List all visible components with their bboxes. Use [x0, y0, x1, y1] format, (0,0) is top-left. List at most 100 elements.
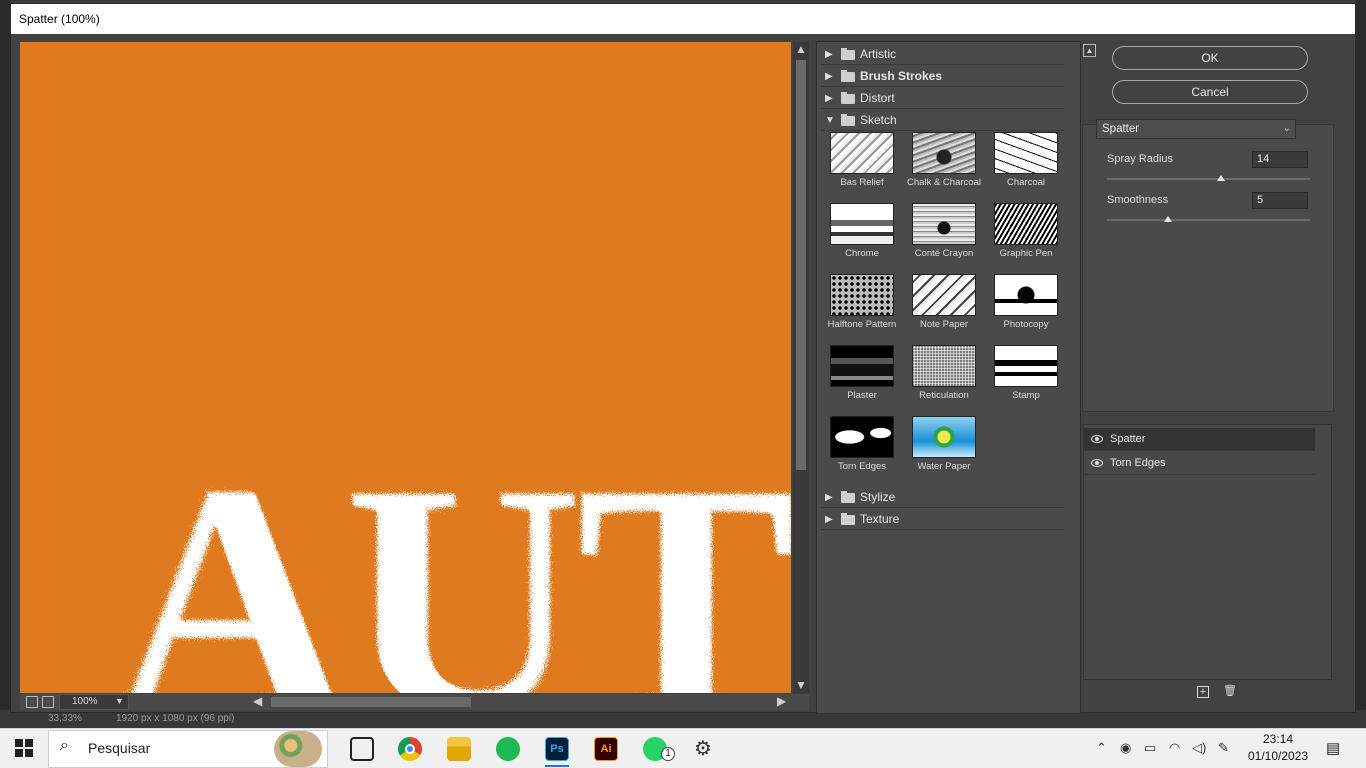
- dialog-title: Spatter (100%): [11, 4, 1355, 34]
- folder-icon: [841, 48, 855, 60]
- preview-vertical-scrollbar[interactable]: ▲ ▼: [793, 42, 809, 694]
- scroll-down-icon[interactable]: ▼: [795, 678, 807, 692]
- wifi-icon[interactable]: ◠: [1169, 740, 1180, 756]
- expand-arrow-icon: ▶: [825, 71, 833, 82]
- filter-preview-image: [912, 416, 976, 458]
- effect-layer-spatter[interactable]: Spatter: [1084, 428, 1315, 451]
- scroll-left-icon[interactable]: ◀: [253, 694, 262, 708]
- search-icon: ⌕: [60, 737, 69, 754]
- filter-thumbnail[interactable]: Chalk & Charcoal: [903, 132, 985, 203]
- pen-icon[interactable]: ✎: [1218, 740, 1229, 756]
- settings-gear-icon[interactable]: ⚙: [694, 736, 712, 761]
- spray-radius-label: Spray Radius: [1107, 153, 1174, 165]
- effect-layer-label: Torn Edges: [1110, 457, 1166, 469]
- filter-label: Stamp: [1012, 390, 1040, 401]
- clock-time: 23:14: [1262, 732, 1294, 746]
- illustrator-icon[interactable]: Ai: [594, 737, 618, 761]
- clock-date: 01/10/2023: [1248, 749, 1309, 763]
- category-label: Artistic: [860, 47, 896, 61]
- filter-thumbnail[interactable]: Stamp: [985, 345, 1067, 416]
- spray-radius-input[interactable]: 14: [1252, 151, 1308, 168]
- volume-icon[interactable]: ◁): [1192, 740, 1206, 756]
- webcam-icon[interactable]: ◉: [1120, 740, 1131, 756]
- filter-label: Reticulation: [919, 390, 969, 401]
- filter-thumbnail[interactable]: Graphic Pen: [985, 203, 1067, 274]
- expand-arrow-icon: ▶: [825, 492, 833, 503]
- filter-label: Torn Edges: [837, 461, 887, 472]
- category-distort[interactable]: ▶ Distort: [821, 88, 1064, 109]
- smoothness-label: Smoothness: [1107, 194, 1169, 206]
- filter-thumbnail[interactable]: Torn Edges: [821, 416, 903, 487]
- expand-arrow-icon: ▶: [825, 514, 833, 525]
- collapse-gallery-icon[interactable]: ▲: [1083, 44, 1096, 57]
- filter-preview-image: [994, 132, 1058, 174]
- chevron-down-icon[interactable]: ▼: [115, 696, 124, 706]
- task-view-icon[interactable]: [350, 737, 374, 761]
- filter-label: Note Paper: [919, 319, 969, 330]
- filter-thumbnail[interactable]: Photocopy: [985, 274, 1067, 345]
- trash-icon[interactable]: 🗑: [1223, 686, 1237, 698]
- filter-thumbnail[interactable]: Charcoal: [985, 132, 1067, 203]
- scroll-up-icon[interactable]: ▲: [795, 42, 807, 56]
- filter-preview-image: [912, 274, 976, 316]
- filter-thumbnail[interactable]: Halftone Pattern: [821, 274, 903, 345]
- filter-thumbnail[interactable]: Water Paper: [903, 416, 985, 487]
- preview-image: AUT: [112, 417, 791, 693]
- spray-radius-slider-knob[interactable]: [1216, 175, 1225, 181]
- folder-icon: [841, 92, 855, 104]
- filter-thumbnail[interactable]: Chrome: [821, 203, 903, 274]
- spray-radius-slider[interactable]: [1107, 178, 1310, 180]
- filter-label: Chrome: [845, 248, 879, 259]
- horizontal-scroll-thumb[interactable]: [271, 697, 471, 707]
- category-label: Texture: [860, 512, 900, 526]
- filter-preview-image: [912, 345, 976, 387]
- category-texture[interactable]: ▶ Texture: [821, 509, 1064, 530]
- eye-icon[interactable]: [1091, 459, 1103, 467]
- expand-arrow-icon: ▶: [825, 93, 833, 104]
- filter-thumbnail[interactable]: Reticulation: [903, 345, 985, 416]
- cancel-button[interactable]: Cancel: [1112, 80, 1308, 104]
- preview-canvas[interactable]: AUT: [20, 42, 791, 693]
- filter-select[interactable]: Spatter ⌄: [1096, 119, 1296, 139]
- category-stylize[interactable]: ▶ Stylize: [821, 487, 1064, 508]
- system-clock[interactable]: 23:14 01/10/2023: [1248, 731, 1308, 765]
- filter-thumbnail[interactable]: Plaster: [821, 345, 903, 416]
- category-label: Stylize: [860, 490, 896, 504]
- preview-horizontal-scrollbar[interactable]: ◀ ▶: [251, 694, 791, 710]
- zoom-out-button[interactable]: [26, 696, 38, 708]
- new-effect-layer-icon[interactable]: +: [1197, 686, 1209, 698]
- filter-label: Chalk & Charcoal: [907, 177, 981, 188]
- ok-button[interactable]: OK: [1112, 46, 1308, 70]
- filter-thumbnail[interactable]: Bas Relief: [821, 132, 903, 203]
- filter-label: Charcoal: [1006, 177, 1046, 188]
- photoshop-icon[interactable]: Ps: [545, 737, 569, 761]
- chevron-up-icon[interactable]: ⌃: [1096, 740, 1107, 756]
- effect-layer-torn-edges[interactable]: Torn Edges: [1084, 452, 1315, 475]
- scroll-right-icon[interactable]: ▶: [777, 694, 786, 708]
- vertical-scroll-thumb[interactable]: [796, 60, 806, 470]
- effect-layer-label: Spatter: [1110, 433, 1146, 445]
- filter-thumbnail[interactable]: Conté Crayon: [903, 203, 985, 274]
- category-artistic[interactable]: ▶ Artistic: [821, 44, 1064, 65]
- battery-icon[interactable]: ▭: [1144, 740, 1156, 756]
- filter-preview-image: [912, 132, 976, 174]
- filter-preview-image: [830, 345, 894, 387]
- filter-preview-image: [830, 132, 894, 174]
- file-explorer-icon[interactable]: [447, 737, 471, 761]
- category-brush-strokes[interactable]: ▶ Brush Strokes: [821, 66, 1064, 87]
- smoothness-input[interactable]: 5: [1252, 192, 1308, 209]
- category-sketch[interactable]: ▼ Sketch: [821, 110, 1064, 131]
- filter-thumbnail[interactable]: Note Paper: [903, 274, 985, 345]
- smoothness-slider-knob[interactable]: [1163, 216, 1172, 222]
- spotify-icon[interactable]: [496, 737, 520, 761]
- smoothness-slider[interactable]: [1107, 219, 1310, 221]
- notifications-icon[interactable]: ▤: [1326, 739, 1340, 757]
- windows-start-icon[interactable]: [14, 738, 34, 758]
- filter-category-tree: ▶ Artistic ▶ Brush Strokes ▶ Distort ▼ S…: [816, 41, 1081, 714]
- chrome-icon[interactable]: [398, 737, 422, 761]
- photoshop-left-panel: [0, 0, 10, 728]
- folder-open-icon: [841, 114, 855, 126]
- eye-icon[interactable]: [1091, 435, 1103, 443]
- zoom-in-button[interactable]: [42, 696, 54, 708]
- document-zoom: 33,33%: [48, 713, 82, 724]
